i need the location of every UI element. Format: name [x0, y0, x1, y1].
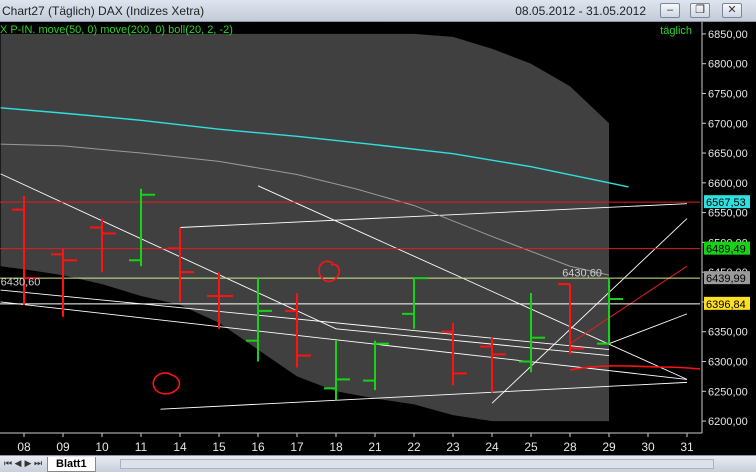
x-tick-label-0: 08 [17, 440, 31, 454]
y-tick-label-11: 6300,00 [708, 357, 748, 369]
sheet-tab[interactable]: Blatt1 [47, 457, 96, 472]
period-label: täglich [660, 25, 692, 37]
y-axis-panel [702, 22, 756, 433]
minimize-button[interactable]: – [660, 3, 680, 18]
y-tick-label-2: 6750,00 [708, 88, 748, 100]
restore-button[interactable]: ❐ [690, 3, 710, 18]
y-tick-label-10: 6350,00 [708, 327, 748, 339]
level-label-3: 6396,84 [706, 299, 746, 311]
x-tick-label-9: 21 [368, 440, 382, 454]
x-tick-label-11: 23 [446, 440, 460, 454]
close-button[interactable]: ✕ [722, 3, 742, 18]
y-tick-label-13: 6200,00 [708, 416, 748, 428]
x-tick-label-4: 14 [173, 440, 187, 454]
annotation-0: 6430,60 [562, 267, 602, 279]
level-label-1: 6489,49 [706, 244, 746, 256]
window-titlebar: Chart27 (Täglich) DAX (Indizes Xetra) 08… [0, 0, 756, 22]
x-tick-label-17: 31 [680, 440, 694, 454]
y-tick-label-6: 6550,00 [708, 208, 748, 220]
x-tick-label-13: 25 [524, 440, 538, 454]
y-tick-label-1: 6800,00 [708, 59, 748, 71]
x-tick-label-15: 29 [602, 440, 616, 454]
x-tick-label-3: 11 [135, 440, 148, 454]
x-tick-label-2: 10 [95, 440, 109, 454]
y-tick-label-5: 6600,00 [708, 178, 748, 190]
level-label-0: 6567,53 [706, 197, 746, 209]
level-label-2: 6439,99 [706, 273, 746, 285]
y-tick-label-4: 6650,00 [708, 148, 748, 160]
x-tick-label-1: 09 [56, 440, 70, 454]
sheet-bar: ⏮ ◀ ▶ ⏭ Blatt1 [0, 455, 756, 472]
indicator-label: X P-IN. move(50, 0) move(200, 0) boll(20… [0, 24, 233, 36]
date-range: 08.05.2012 - 31.05.2012 [515, 4, 646, 18]
x-tick-label-5: 15 [212, 440, 226, 454]
x-tick-label-7: 17 [290, 440, 304, 454]
dax-ohlc-chart[interactable]: 6430,60 6430,60 6850,00 6800,00 6750,00 6700,… [0, 22, 756, 455]
x-tick-label-16: 30 [641, 440, 655, 454]
y-tick-label-12: 6250,00 [708, 386, 748, 398]
x-tick-label-10: 22 [407, 440, 421, 454]
y-tick-label-0: 6850,00 [708, 29, 748, 41]
last-sheet-icon[interactable]: ⏭ [32, 458, 44, 469]
x-tick-label-8: 18 [329, 440, 343, 454]
x-tick-label-12: 24 [485, 440, 499, 454]
y-tick-label-3: 6700,00 [708, 118, 748, 130]
x-tick-label-6: 16 [251, 440, 265, 454]
x-tick-label-14: 28 [563, 440, 577, 454]
window-title: Chart27 (Täglich) DAX (Indizes Xetra) [2, 4, 205, 18]
annotation-1: 6430,60 [1, 276, 41, 288]
horizontal-scrollbar[interactable] [120, 459, 714, 469]
